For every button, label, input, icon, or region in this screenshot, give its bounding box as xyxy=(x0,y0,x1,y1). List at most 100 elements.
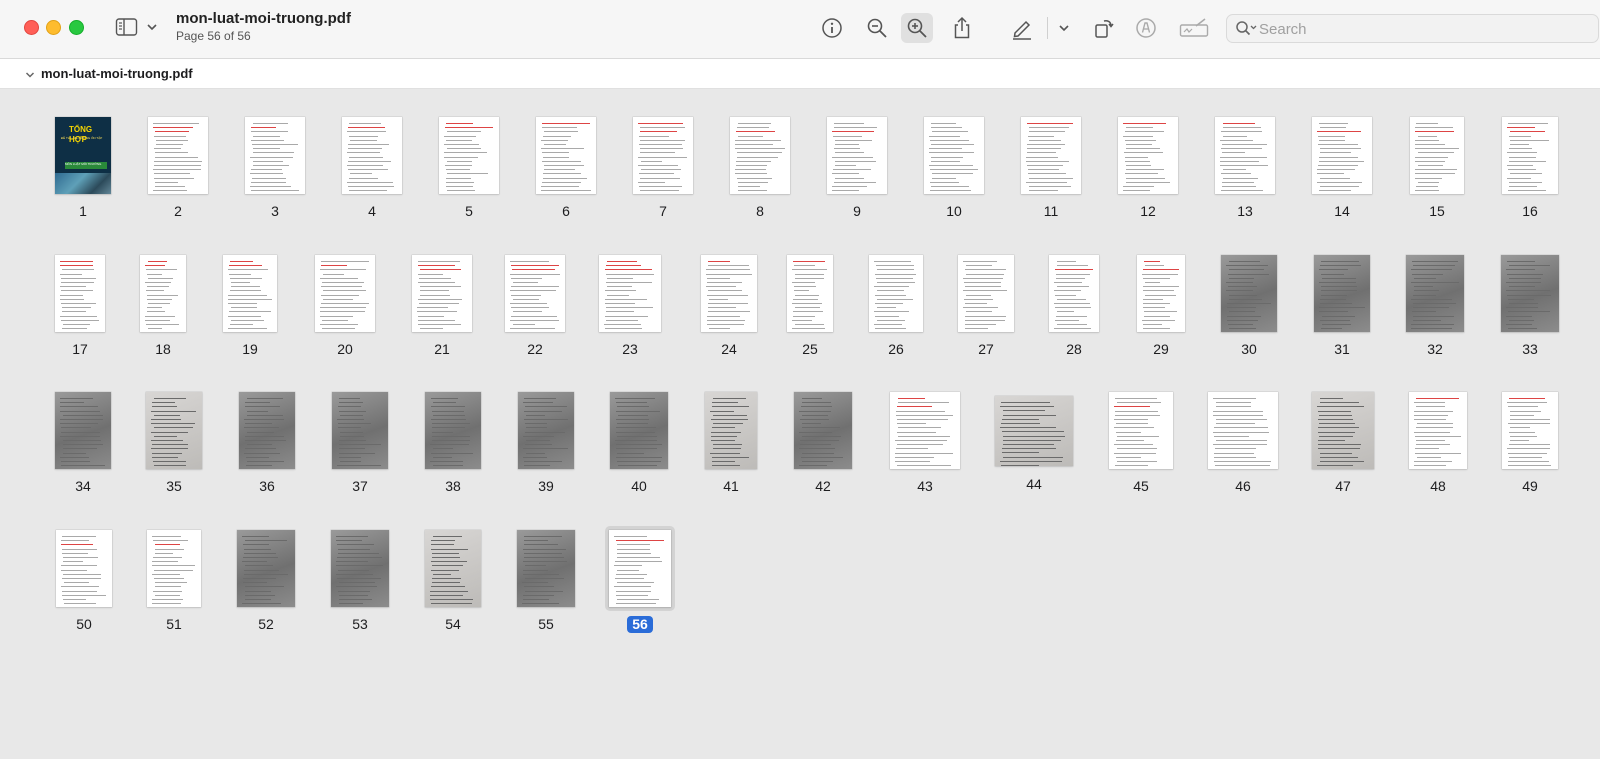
pen-icon[interactable] xyxy=(1006,13,1038,43)
search-input[interactable] xyxy=(1257,18,1581,41)
text-line xyxy=(153,590,182,592)
page-preview[interactable] xyxy=(315,255,375,332)
page-preview[interactable] xyxy=(518,392,574,469)
search-field[interactable] xyxy=(1226,14,1599,43)
page-preview[interactable] xyxy=(239,392,295,469)
text-line xyxy=(524,461,562,462)
text-line xyxy=(1114,444,1153,446)
document-filename[interactable]: mon-luat-moi-truong.pdf xyxy=(41,66,193,81)
page-preview[interactable] xyxy=(924,117,984,194)
page-preview[interactable] xyxy=(1406,255,1464,332)
page-preview[interactable] xyxy=(55,255,105,332)
zoom-in-icon[interactable] xyxy=(901,13,933,43)
page-preview[interactable] xyxy=(342,117,402,194)
text-line xyxy=(433,536,462,537)
page-preview[interactable] xyxy=(1021,117,1081,194)
text-line xyxy=(799,410,831,412)
page-preview[interactable] xyxy=(1409,392,1467,469)
text-line xyxy=(420,294,450,296)
zoom-window-button[interactable] xyxy=(69,20,84,35)
share-icon[interactable] xyxy=(946,13,978,43)
page-preview[interactable] xyxy=(148,117,208,194)
page-preview[interactable] xyxy=(1215,117,1275,194)
zoom-out-icon[interactable] xyxy=(861,13,893,43)
text-line xyxy=(446,123,473,124)
page-preview[interactable] xyxy=(705,392,757,469)
page-preview[interactable] xyxy=(56,530,112,607)
page-number-label: 14 xyxy=(1334,203,1350,219)
info-icon[interactable] xyxy=(816,13,848,43)
page-preview[interactable] xyxy=(505,255,565,332)
text-line xyxy=(1226,282,1253,283)
page-preview[interactable] xyxy=(146,392,202,469)
page-preview[interactable] xyxy=(331,530,389,607)
page-preview[interactable] xyxy=(701,255,757,332)
page-preview[interactable] xyxy=(245,117,305,194)
minimize-window-button[interactable] xyxy=(46,20,61,35)
page-preview[interactable] xyxy=(147,530,201,607)
signature-icon[interactable] xyxy=(1178,13,1210,43)
page-preview[interactable] xyxy=(1502,392,1558,469)
text-line xyxy=(1115,465,1148,467)
text-line xyxy=(444,156,478,158)
sidebar-toggle-icon[interactable] xyxy=(115,17,139,37)
page-number-label: 6 xyxy=(562,203,570,219)
page-preview[interactable] xyxy=(1312,117,1372,194)
page-preview[interactable] xyxy=(332,392,388,469)
close-window-button[interactable] xyxy=(24,20,39,35)
page-preview[interactable] xyxy=(439,117,499,194)
page-preview[interactable] xyxy=(1314,255,1370,332)
page-preview[interactable] xyxy=(787,255,833,332)
page-preview[interactable] xyxy=(1502,117,1558,194)
page-preview[interactable] xyxy=(1410,117,1464,194)
text-line xyxy=(895,456,934,458)
page-preview[interactable] xyxy=(1208,392,1278,469)
page-preview[interactable] xyxy=(1137,255,1185,332)
markup-chevron-down-icon[interactable] xyxy=(1048,13,1080,43)
page-preview[interactable] xyxy=(223,255,277,332)
chevron-down-icon[interactable] xyxy=(145,20,159,34)
page-preview[interactable] xyxy=(1118,117,1178,194)
text-line xyxy=(230,277,262,279)
page-preview[interactable] xyxy=(610,392,668,469)
text-line xyxy=(1143,290,1174,292)
page-preview[interactable] xyxy=(412,255,472,332)
page-preview[interactable] xyxy=(517,530,575,607)
text-line xyxy=(1510,435,1537,437)
text-line xyxy=(1116,456,1141,458)
page-preview[interactable] xyxy=(633,117,693,194)
page-preview[interactable] xyxy=(140,255,186,332)
page-preview[interactable] xyxy=(609,530,671,607)
page-preview[interactable] xyxy=(890,392,960,469)
text-line xyxy=(1029,177,1073,179)
text-line xyxy=(1223,127,1261,129)
page-preview[interactable] xyxy=(425,392,481,469)
page-preview[interactable] xyxy=(1049,255,1099,332)
page-preview[interactable] xyxy=(827,117,887,194)
text-line xyxy=(432,578,461,579)
disclosure-chevron-icon[interactable] xyxy=(24,68,36,86)
text-line xyxy=(795,294,819,296)
text-line xyxy=(1002,431,1064,433)
text-line xyxy=(418,298,462,300)
text-line xyxy=(245,406,280,408)
page-preview[interactable] xyxy=(869,255,923,332)
page-preview[interactable]: TỔNG HỢP ĐỀ THI - ĐỀ CƯƠNG ÔN TẬP MÔN LUẬT… xyxy=(55,117,111,194)
page-preview[interactable] xyxy=(958,255,1014,332)
page-number-label: 53 xyxy=(352,616,368,632)
page-preview[interactable] xyxy=(1221,255,1277,332)
page-preview[interactable] xyxy=(1109,392,1173,469)
page-preview[interactable] xyxy=(599,255,661,332)
page-preview[interactable] xyxy=(730,117,790,194)
rotate-icon[interactable] xyxy=(1088,13,1120,43)
page-preview[interactable] xyxy=(794,392,852,469)
page-preview[interactable] xyxy=(995,396,1073,466)
page-preview[interactable] xyxy=(237,530,295,607)
annotate-icon[interactable] xyxy=(1130,13,1162,43)
page-preview[interactable] xyxy=(536,117,596,194)
page-preview[interactable] xyxy=(1312,392,1374,469)
text-line xyxy=(640,127,685,129)
page-preview[interactable] xyxy=(1501,255,1559,332)
page-preview[interactable] xyxy=(425,530,481,607)
page-preview[interactable] xyxy=(55,392,111,469)
